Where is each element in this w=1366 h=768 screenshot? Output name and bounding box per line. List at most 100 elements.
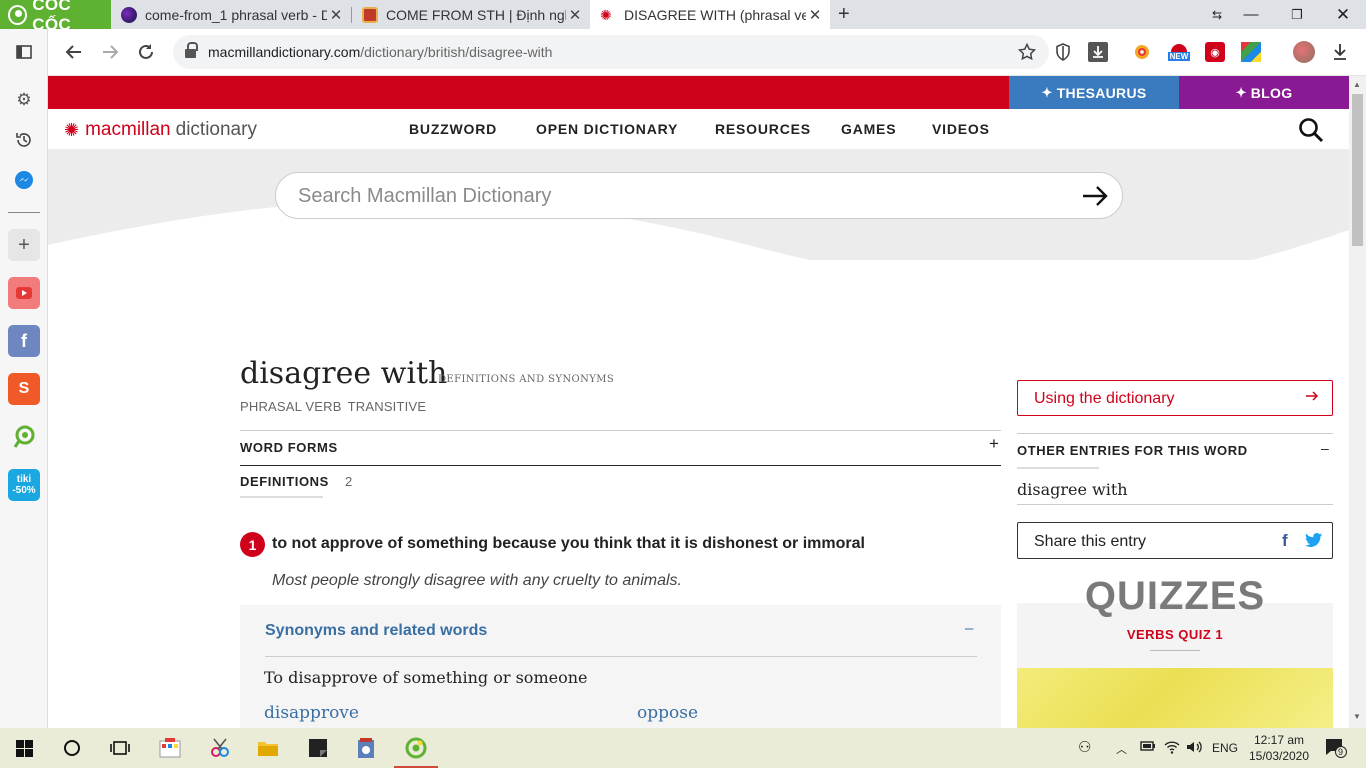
other-entries-title[interactable]: OTHER ENTRIES FOR THIS WORD: [1017, 443, 1248, 458]
clock-date: 15/03/2020: [1248, 749, 1310, 763]
pos-phrasal-verb: PHRASAL VERB: [240, 399, 342, 414]
expand-plus-icon[interactable]: +: [989, 434, 999, 454]
nav-open-dictionary[interactable]: OPEN DICTIONARY: [536, 121, 678, 137]
share-label: Share this entry: [1034, 533, 1147, 550]
tab-disagree-with[interactable]: ✺ DISAGREE WITH (phrasal verb ✕: [590, 0, 830, 29]
quizzes-heading: QUIZZES: [1084, 574, 1266, 618]
arrow-right-icon: [1306, 391, 1319, 401]
search-submit-arrow-icon[interactable]: [1080, 181, 1110, 211]
nav-buzzword[interactable]: BUZZWORD: [409, 121, 497, 137]
language-indicator[interactable]: ENG: [1212, 741, 1238, 755]
system-clock[interactable]: 12:17 am 15/03/2020: [1244, 732, 1314, 764]
site-logo[interactable]: ✺ macmillan dictionary: [64, 119, 257, 141]
messenger-icon[interactable]: [8, 164, 40, 196]
divider: [1017, 433, 1333, 434]
dictionary-search-box: [275, 172, 1123, 219]
new-tab-button[interactable]: +: [832, 0, 862, 29]
address-bar[interactable]: macmillandictionary.com/dictionary/briti…: [173, 35, 1049, 69]
shield-icon[interactable]: [1053, 42, 1073, 62]
blog-link[interactable]: ✦ BLOG: [1179, 76, 1349, 109]
app-icon-blue[interactable]: [342, 728, 390, 768]
part-of-speech: PHRASAL VERB TRANSITIVE: [240, 399, 426, 414]
sense-number-badge: 1: [240, 532, 265, 557]
coccoc-taskbar-icon[interactable]: [392, 728, 440, 768]
red-extension-icon[interactable]: ◉: [1205, 42, 1225, 62]
windows-taskbar: ⚇ ︿ ENG 12:17 am 15/03/2020 9: [0, 728, 1366, 768]
dictionary-search-input[interactable]: [298, 182, 1058, 210]
scroll-thumb[interactable]: [1352, 94, 1363, 246]
scroll-down-icon[interactable]: ▼: [1353, 712, 1361, 721]
forward-button[interactable]: [97, 39, 123, 65]
download-video-icon[interactable]: [1088, 42, 1108, 62]
file-explorer-icon[interactable]: [244, 728, 292, 768]
show-hidden-icons[interactable]: ︿: [1116, 741, 1127, 757]
new-extension-icon[interactable]: NEW: [1166, 42, 1192, 62]
facebook-share-icon[interactable]: f: [1282, 531, 1288, 551]
app-icon-snipping[interactable]: [196, 728, 244, 768]
collapse-minus-icon[interactable]: –: [1321, 440, 1329, 456]
profile-avatar[interactable]: [1293, 41, 1315, 63]
search-icon[interactable]: [1298, 117, 1324, 143]
scroll-up-icon[interactable]: ▲: [1353, 80, 1361, 89]
synonyms-toggle[interactable]: Synonyms and related words: [265, 622, 487, 640]
close-window-button[interactable]: ✕: [1320, 0, 1366, 29]
app-icon-editor[interactable]: [146, 728, 194, 768]
quiz-image[interactable]: [1017, 668, 1333, 728]
synonym-link[interactable]: disapprove: [264, 703, 359, 723]
pos-transitive: TRANSITIVE: [347, 399, 427, 414]
close-tab-icon[interactable]: ✕: [806, 6, 824, 24]
facebook-icon[interactable]: f: [8, 325, 40, 357]
history-icon[interactable]: [8, 124, 40, 156]
definitions-tab[interactable]: DEFINITIONS: [240, 474, 329, 489]
people-icon[interactable]: ⚇: [1078, 738, 1091, 756]
reload-button[interactable]: [133, 39, 159, 65]
tab-come-from-macmillan[interactable]: come-from_1 phrasal verb - D ✕: [111, 0, 351, 29]
coccoc-green-icon[interactable]: [8, 421, 40, 453]
twitter-share-icon[interactable]: [1305, 532, 1323, 548]
other-entry-link[interactable]: disagree with: [1017, 480, 1128, 499]
coccoc-menu-button[interactable]: CỐC CỐC: [0, 0, 111, 34]
youtube-icon[interactable]: [8, 277, 40, 309]
verbs-quiz-link[interactable]: VERBS QUIZ 1: [1017, 627, 1333, 642]
wifi-icon[interactable]: [1164, 740, 1180, 757]
page-scrollbar[interactable]: ▲ ▼: [1349, 76, 1366, 728]
shopee-icon[interactable]: S: [8, 373, 40, 405]
tab-underline: [1017, 467, 1099, 469]
collapse-minus-icon[interactable]: –: [965, 620, 973, 637]
restore-button[interactable]: ❐: [1274, 0, 1320, 29]
tiki-icon[interactable]: tiki -50%: [8, 469, 40, 501]
back-button[interactable]: [61, 39, 87, 65]
search-circle-icon[interactable]: [48, 728, 96, 768]
color-grid-extension-icon[interactable]: [1241, 42, 1261, 62]
divider: [1017, 504, 1333, 505]
reload-icon: [139, 44, 153, 59]
add-shortcut-icon[interactable]: +: [8, 229, 40, 261]
nav-videos[interactable]: VIDEOS: [932, 121, 990, 137]
divider: [1150, 650, 1200, 651]
bookmark-star-icon[interactable]: [1017, 42, 1037, 62]
divider: [240, 465, 1001, 466]
synonym-link[interactable]: oppose: [637, 703, 698, 723]
coccoc-extension-icon[interactable]: [1132, 42, 1152, 62]
close-tab-icon[interactable]: ✕: [566, 6, 584, 24]
minimize-button[interactable]: —: [1228, 0, 1274, 29]
task-view-icon[interactable]: [96, 728, 144, 768]
synonyms-panel: Synonyms and related words – To disappro…: [240, 605, 1001, 728]
sticky-notes-icon[interactable]: [294, 728, 342, 768]
notifications-icon[interactable]: [1325, 738, 1347, 761]
thesaurus-label: THESAURUS: [1056, 84, 1147, 101]
nav-resources[interactable]: RESOURCES: [715, 121, 811, 137]
close-tab-icon[interactable]: ✕: [327, 6, 345, 24]
tab-come-from-cambridge[interactable]: COME FROM STH | Định nghĩ ✕: [352, 0, 590, 29]
thesaurus-link[interactable]: ✦ THESAURUS: [1009, 76, 1179, 109]
volume-icon[interactable]: [1186, 740, 1204, 757]
battery-icon[interactable]: [1140, 740, 1156, 755]
macmillan-logo-icon: ✺: [64, 119, 80, 140]
windows-start-icon[interactable]: [0, 728, 48, 768]
word-forms-toggle[interactable]: WORD FORMS: [240, 440, 338, 455]
sidebar-toggle-icon[interactable]: [8, 36, 40, 68]
downloads-icon[interactable]: [1330, 42, 1350, 62]
using-the-dictionary-button[interactable]: Using the dictionary: [1017, 380, 1333, 416]
settings-icon[interactable]: ⚙: [8, 84, 40, 116]
nav-games[interactable]: GAMES: [841, 121, 896, 137]
